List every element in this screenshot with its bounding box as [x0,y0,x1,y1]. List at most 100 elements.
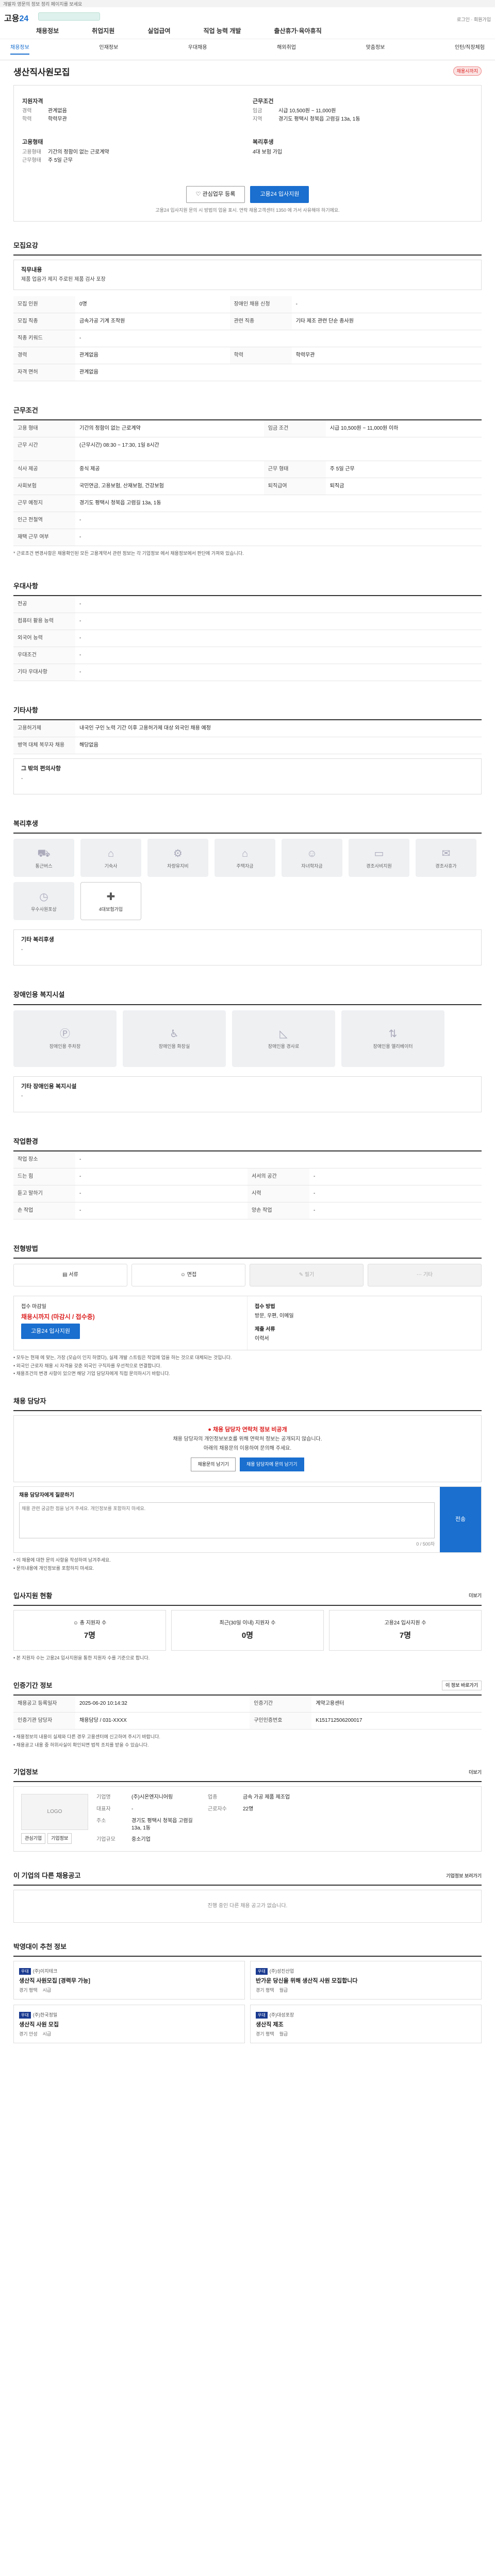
welfare-item: ⌂ 기숙사 [80,839,141,877]
inquiry-send-button[interactable]: 전송 [440,1487,481,1553]
interview-icon: ☺ [180,1272,187,1278]
method-document: ▤ 서류 [13,1264,127,1287]
table-row: 사회보험 국민연금, 고용보험, 산재보험, 건강보험 퇴직급여 퇴직금 [13,478,482,496]
table-row: 우대조건 - [13,647,482,665]
section-title-work: 근무조건 [13,402,482,421]
interest-company-button[interactable]: 관심기업 [21,1833,46,1844]
login-links[interactable]: 로그인 · 회원가입 [457,16,491,23]
table-row: 듣고 말하기 - 시력 - [13,1185,482,1202]
facility-item: ⇅ 장애인용 엘리베이터 [341,1010,444,1067]
ask-recruiter-button[interactable]: 채용 담당자에 문의 남기기 [239,1458,304,1471]
bus-icon: ⌂ [107,848,114,860]
nav-item[interactable]: 직업 능력 개발 [204,27,241,36]
table-row: 인증기관 담당자 채용담당 / 031-XXXX 구인인증번호 K1517125062… [13,1712,482,1730]
pencil-icon: ✎ [299,1272,305,1278]
company-info-button[interactable]: 기업정보 [47,1833,72,1844]
docs-value: 이력서 [255,1336,269,1342]
table-row: 고용 형태 기간의 정함이 없는 근로계약 임금 조건 시급 10,500원 ~ 11… [13,420,482,438]
company-details: 기업명 (주)시온엔지니어링 업종 금속 가공 제품 제조업 대표자 - 근로자수 22명 … [96,1794,290,1843]
work-note: * 근로조건 변경사항은 채용확인된 모든 고용계약서 관련 정보는 각 기업정… [13,551,244,556]
meal-icon: ⚙ [173,848,183,860]
nav-item[interactable]: 취업지원 [92,27,114,36]
tab-overseas[interactable]: 해외취업 [277,44,296,55]
car-icon: ⛟ [37,848,51,860]
company-box: LOGO 관심기업 기업정보 기업명 (주)시온엔지니어링 업종 금속 가공 제품 제… [13,1786,482,1852]
tab-custom[interactable]: 맞춤정보 [366,44,385,55]
table-row: 기타 우대사항 - [13,664,482,682]
apply-note: 고용24 입사지원 문의 시 방법의 업을 표시. 연락 채용고객센터 1350… [155,207,340,213]
table-row: 드는 힘 - 서서의 공간 - [13,1168,482,1185]
welfare-item: ◷ 우수사원포상 [13,882,74,921]
other-jobs-link[interactable]: 기업정보 보러가기 [446,1873,482,1879]
top-notice: 개발자 영문의 정보 정리 페이지를 보세요 [0,0,495,7]
nav-item[interactable]: 출산휴가·육아휴직 [274,27,321,36]
nav-item[interactable]: 실업급여 [147,27,170,36]
qual-group: 지원자격 경력 관계없음 학력 학력무관 [22,98,67,123]
recommend-card[interactable]: 우대 (주)한국정밀 생산직 사원 모집 경기 안성 시급 [13,2005,245,2043]
table-row: 모집 인원 0명 장애인 채용 신청 - [13,296,482,314]
welfare-item: ⚙ 차량유지비 [147,839,208,877]
cert-link-button[interactable]: 이 정보 바로가기 [442,1681,482,1690]
facility-item: Ⓟ 장애인용 주차장 [13,1010,117,1067]
section-title-welfare: 복리후생 [13,815,482,834]
section-title-company: 기업정보 더보기 [13,1764,482,1783]
contact-alert: ● 채용 담당자 연락처 정보 비공개 채용 담당자의 개인정보보호를 위해 연… [13,1415,482,1482]
method-label: 접수 방법 [255,1304,275,1310]
method-value: 방문, 우편, 이메일 [255,1313,294,1319]
company-more-link[interactable]: 더보기 [469,1769,482,1776]
site-logo[interactable]: 고용24 [4,13,28,25]
table-row: 직종 키워드 - [13,330,482,348]
stats-more-link[interactable]: 더보기 [469,1592,482,1599]
tab-jobs[interactable]: 채용정보 [10,44,29,55]
section-title-etc: 기타사항 [13,702,482,721]
leave-inquiry-button[interactable]: 채용문의 남기기 [191,1458,236,1471]
table-row: 병역 대체 복무자 채용 해당없음 [13,737,482,755]
section-title-disabled: 장애인용 복지시설 [13,986,482,1005]
conditions-group: 근무조건 임금 시급 10,500원 ~ 11,000원 지역 경기도 평택시 청북… [253,98,360,123]
house-icon: ⌂ [241,848,249,860]
apply-button-2[interactable]: 고용24 입사지원 [21,1323,80,1339]
recommend-grid: 우대 (주)이지테크 생산직 사원모집 [경력무 가능] 경기 평택 시급 우대 (주… [13,1961,482,2043]
recommend-card[interactable]: 우대 (주)성진산업 반가운 당신을 위해 생산직 사원 모집합니다 경기 평택 월… [250,1961,482,2000]
employment-group: 고용형태 고용형태 기간의 정함이 없는 근로계약 근무형태 주 5일 근무 [22,139,109,163]
person-icon: ☺ [73,1620,80,1626]
main-nav: 채용정보 취업지원 실업급여 직업 능력 개발 출산휴가·육아휴직 [36,27,322,36]
tab-preferred[interactable]: 우대채용 [188,44,207,55]
apply-button[interactable]: 고용24 입사지원 [250,185,309,203]
table-row: 전공 - [13,596,482,614]
site-header: 고용24 채용정보 취업지원 실업급여 직업 능력 개발 출산휴가·육아휴직 로… [0,7,495,39]
inquiry-textarea[interactable] [19,1502,435,1538]
nav-item[interactable]: 채용정보 [36,27,59,36]
method-grid: ▤ 서류 ☺ 면접 ✎ 필기 ⋯ 기타 [13,1259,482,1292]
inquiry-count: 0 / 500자 [416,1541,435,1547]
section-title-recruit: 모집요강 [13,237,482,256]
table-row: 작업 장소 - [13,1151,482,1168]
table-row: 인근 전철역 - [13,512,482,530]
etc-panel: 그 밖의 편의사항 - [13,758,482,795]
heart-icon: ♡ [195,191,201,197]
welfare-item: ⌂ 주택자금 [214,839,275,877]
search-input[interactable] [38,12,100,21]
child-icon: ☺ [306,848,318,860]
method-other: ⋯ 기타 [368,1264,482,1287]
welfare-item: ▭ 경조사비지원 [349,839,409,877]
stats-row: ☺ 총 지원자 수 7명 최근(30일 이내) 지원자 수 0명 고용24 입사지원… [13,1609,482,1651]
table-row: 자격 면허 관계없음 [13,364,482,382]
table-row: 외국어 능력 - [13,630,482,648]
gift-icon: ✉ [441,848,451,860]
table-row: 채용공고 등록일자 2025-06-20 10:14:32 인증기간 계약고용센터 [13,1695,482,1713]
tab-talent[interactable]: 인재정보 [99,44,118,55]
recommend-card[interactable]: 우대 (주)대성포장 생산직 제조 경기 평택 월급 [250,2005,482,2043]
interest-button[interactable]: ♡ 관심업무 등록 [186,185,245,203]
welfare-group: 복리후생 4대 보험 가입 [253,139,283,155]
section-title-method: 전형방법 [13,1240,482,1259]
tab-intern[interactable]: 인턴/직장체험 [455,44,485,55]
section-title-recommend: 박영대이 추천 정보 [13,1938,482,1957]
document-icon: ▤ [62,1272,69,1278]
recommend-card[interactable]: 우대 (주)이지테크 생산직 사원모집 [경력무 가능] 경기 평택 시급 [13,1961,245,2000]
deadline-value: 채용시까지 (마감시 / 접수중) [21,1313,95,1321]
disabled-panel: 기타 장애인용 복지시설 - [13,1076,482,1112]
table-row: 식사 제공 중식 제공 근무 형태 주 5일 근무 [13,461,482,479]
stats-note: • 본 지원자 수는 고용24 입사지원을 통한 지원자 수를 기준으로 합니다… [13,1655,150,1660]
table-row: 근무 예정지 경기도 평택시 청북읍 고렴길 13a, 1동 [13,495,482,513]
